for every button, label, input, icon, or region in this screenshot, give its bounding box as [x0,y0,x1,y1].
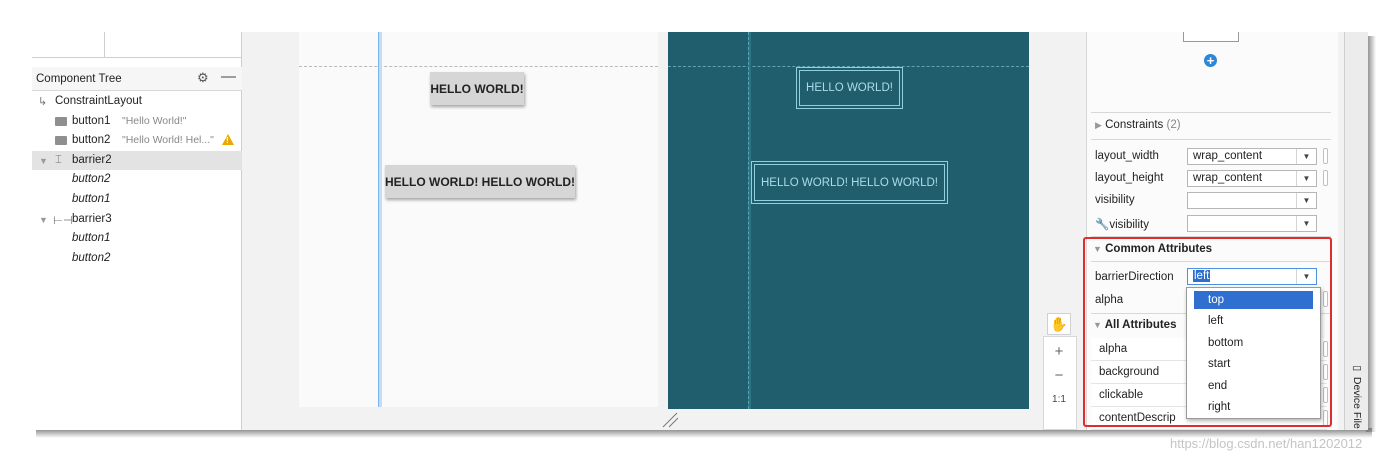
barrier-line[interactable] [748,32,751,409]
tool-visibility-row: 🔧visibility [1095,217,1149,231]
device-file-explorer-tab[interactable]: ▭ Device File [1351,362,1363,429]
tree-item-label: barrier2 [72,153,112,166]
zoom-controls: ✋ + − 1:1 [1047,313,1073,411]
tree-item-barrier3[interactable]: ▼ ⊢⊣ barrier3 [32,210,242,230]
layout-width-combo[interactable]: wrap_content ▼ [1187,148,1317,165]
dropdown-option-right[interactable]: right [1194,398,1313,416]
component-tree-title: Component Tree [36,73,122,85]
resize-handle-icon[interactable] [661,412,679,428]
tree-item-text: "Hello World!" [122,114,187,127]
gear-icon[interactable]: ⚙ [197,70,209,86]
dropdown-option-end[interactable]: end [1194,377,1313,395]
device-file-label: Device File [1351,376,1363,429]
add-constraint-icon[interactable]: + [1204,54,1217,67]
horizontal-barrier-icon: ⌶ [55,153,62,166]
expand-arrow-icon[interactable]: ▼ [39,156,48,166]
watermark: https://blog.csdn.net/han1202012 [1170,436,1363,451]
button-icon [55,136,67,146]
layout-height-combo[interactable]: wrap_content ▼ [1187,170,1317,187]
layout-width-value: wrap_content [1193,150,1263,162]
constraint-layout-icon: ↳ [38,96,48,108]
constraint-widget[interactable] [1183,32,1239,42]
tree-item-label: button2 [72,134,111,147]
design-canvas[interactable]: HELLO WORLD! HELLO WORLD! HELLO WORLD! H… [243,32,1043,430]
zoom-in-button[interactable]: + [1047,339,1071,363]
device-file-icon: ▭ [1351,362,1363,374]
dropdown-option-start[interactable]: start [1194,355,1313,373]
layout-height-extra[interactable] [1323,170,1328,186]
component-tree: ↳ ConstraintLayout button1 "Hello World!… [32,92,242,268]
palette-header [32,32,241,58]
tree-item-label: button1 [72,192,111,205]
layout-height-label: layout_height [1095,172,1164,184]
tree-item-button1[interactable]: button1 "Hello World!" [32,112,242,132]
tool-visibility-label: visibility [1109,219,1149,231]
tree-item-label: button1 [72,232,111,245]
visibility-combo[interactable]: ▼ [1187,192,1317,209]
vertical-barrier-icon: ⊢⊣ [53,214,74,227]
component-tree-header: Component Tree ⚙ — [32,67,242,91]
constraints-label: Constraints [1105,119,1164,131]
minimize-icon[interactable]: — [221,68,236,85]
pan-hand-icon[interactable]: ✋ [1047,313,1071,335]
tree-item-reference[interactable]: button1 [32,229,242,249]
constraints-section[interactable]: ▶ Constraints (2) [1095,119,1181,131]
dropdown-arrow-icon[interactable]: ▼ [1296,171,1316,186]
visibility-label: visibility [1095,194,1135,206]
warning-icon[interactable]: ! [222,134,234,146]
button-icon [55,116,67,126]
tree-item-label: button1 [72,114,111,127]
constraints-count: (2) [1166,119,1181,131]
tree-item-label: ConstraintLayout [55,95,142,107]
tree-item-label: button2 [72,173,111,186]
design-surface[interactable]: HELLO WORLD! HELLO WORLD! HELLO WORLD! [299,32,658,407]
component-tree-panel: Component Tree ⚙ — ↳ ConstraintLayout bu… [32,32,242,430]
tree-item-label: button2 [72,251,111,264]
blueprint-surface[interactable]: HELLO WORLD! HELLO WORLD! HELLO WORLD! [668,32,1029,409]
guideline [299,66,658,67]
layout-width-label: layout_width [1095,150,1159,162]
dropdown-option-bottom[interactable]: bottom [1194,334,1313,352]
dropdown-option-left[interactable]: left [1194,312,1313,330]
tool-visibility-combo[interactable]: ▼ [1187,215,1317,232]
expand-arrow-icon: ▶ [1095,120,1102,130]
layout-height-value: wrap_content [1193,172,1263,184]
zoom-out-button[interactable]: − [1047,363,1071,387]
design-button2[interactable]: HELLO WORLD! HELLO WORLD! [385,165,575,198]
tree-item-reference[interactable]: button2 [32,249,242,269]
tree-item-text: "Hello World! Hel..." [122,134,214,147]
dropdown-option-top[interactable]: top [1194,291,1313,309]
design-button1[interactable]: HELLO WORLD! [430,72,524,105]
tree-item-barrier2[interactable]: ▼ ⌶ barrier2 [32,150,242,171]
tree-item-constraintlayout[interactable]: ↳ ConstraintLayout [32,92,242,112]
tree-item-reference[interactable]: button1 [32,190,242,210]
right-tool-strip: ▭ Device File [1344,32,1368,430]
barrier-line[interactable] [378,32,382,407]
expand-arrow-icon[interactable]: ▼ [39,215,48,225]
zoom-actual-size-button[interactable]: 1:1 [1047,387,1071,411]
tree-item-reference[interactable]: button2 [32,170,242,190]
dropdown-arrow-icon[interactable]: ▼ [1296,216,1316,231]
tree-item-button2[interactable]: button2 "Hello World! Hel..." ! [32,131,242,151]
tree-item-label: barrier3 [72,212,112,225]
blueprint-button2[interactable]: HELLO WORLD! HELLO WORLD! [751,161,948,204]
barrier-direction-dropdown[interactable]: top left bottom start end right [1186,287,1321,419]
dropdown-arrow-icon[interactable]: ▼ [1296,149,1316,164]
dropdown-arrow-icon[interactable]: ▼ [1296,193,1316,208]
blueprint-button1[interactable]: HELLO WORLD! [796,67,903,109]
wrench-icon: 🔧 [1095,219,1110,231]
layout-width-extra[interactable] [1323,148,1328,164]
